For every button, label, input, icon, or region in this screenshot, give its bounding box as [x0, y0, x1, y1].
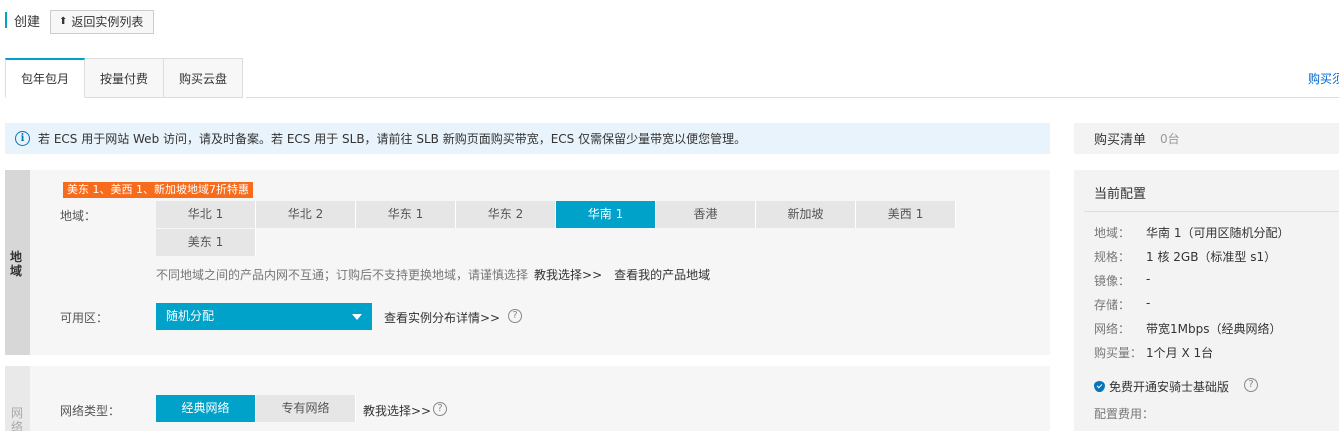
back-to-instance-list-button[interactable]: ⬆ 返回实例列表 — [50, 10, 155, 34]
region-option[interactable]: 香港 — [656, 201, 756, 228]
purchase-notice-link[interactable]: 购买须 — [1308, 70, 1339, 87]
purchase-cart: 购买清单 0台 — [1074, 123, 1339, 154]
config-fee-label: 配置费用： — [1094, 407, 1155, 421]
network-options: 经典网络 专有网络 — [156, 395, 356, 422]
region-hint: 不同地域之间的产品内网不互通；订购后不支持更换地域，请谨慎选择 教我选择>> 查看我… — [156, 266, 710, 283]
network-help-link[interactable]: 教我选择>> — [363, 402, 431, 419]
config-title: 当前配置 — [1094, 187, 1147, 202]
instance-distribution-link[interactable]: 查看实例分布详情>> — [384, 309, 500, 326]
region-option[interactable]: 华北 1 — [156, 201, 256, 228]
cart-count: 0台 — [1160, 132, 1180, 146]
help-me-choose-link[interactable]: 教我选择>> — [534, 268, 602, 282]
zone-select[interactable]: 随机分配 — [156, 303, 372, 330]
info-icon: i — [15, 131, 30, 146]
region-option[interactable]: 华东 2 — [456, 201, 556, 228]
free-service-label: 免费开通安骑士基础版 — [1109, 380, 1230, 394]
network-section: 网络 网络类型： 经典网络 专有网络 教我选择>> ? — [5, 366, 1050, 431]
region-label: 地域： — [60, 209, 97, 223]
region-option[interactable]: 美东 1 — [156, 229, 256, 256]
config-item: 地域： 华南 1（可用区随机分配） — [1094, 226, 1290, 240]
help-question-icon[interactable]: ? — [508, 309, 522, 323]
current-config-panel: 当前配置 地域： 华南 1（可用区随机分配） 规格： 1 核 2GB（标准型 s1）… — [1074, 170, 1339, 431]
free-security-service[interactable]: 免费开通安骑士基础版 — [1094, 378, 1229, 395]
config-item: 存储： - — [1094, 296, 1151, 312]
config-item: 规格： 1 核 2GB（标准型 s1） — [1094, 250, 1277, 264]
info-notice: i 若 ECS 用于网站 Web 访问，请及时备案。若 ECS 用于 SLB，请… — [5, 123, 1050, 154]
zone-select-value: 随机分配 — [166, 309, 215, 323]
billing-tabs: 包年包月 按量付费 购买云盘 — [5, 58, 244, 98]
page-title: 创建 — [14, 15, 41, 30]
region-section: 地域 美东 1、美西 1、新加坡地域7折特惠 地域： 华北 1 华北 2 华东 … — [5, 170, 1050, 355]
my-product-regions-link[interactable]: 查看我的产品地域 — [614, 268, 710, 282]
back-button-label: 返回实例列表 — [71, 15, 144, 29]
config-divider — [1084, 211, 1339, 212]
help-question-icon[interactable]: ? — [1244, 378, 1258, 392]
region-option[interactable]: 美西 1 — [856, 201, 956, 228]
notice-text: 若 ECS 用于网站 Web 访问，请及时备案。若 ECS 用于 SLB，请前往… — [38, 132, 747, 146]
network-option-classic[interactable]: 经典网络 — [156, 395, 256, 422]
shield-icon — [1094, 381, 1105, 392]
network-section-label: 网络 — [11, 406, 24, 431]
header-accent-bar — [5, 12, 7, 28]
help-question-icon[interactable]: ? — [433, 402, 447, 416]
cart-title: 购买清单 — [1094, 133, 1147, 148]
tab-buy-disk[interactable]: 购买云盘 — [164, 58, 244, 98]
region-option[interactable]: 新加坡 — [756, 201, 856, 228]
region-option[interactable]: 华东 1 — [356, 201, 456, 228]
region-hint-text: 不同地域之间的产品内网不互通；订购后不支持更换地域，请谨慎选择 — [156, 268, 529, 282]
config-item: 购买量： 1个月 X 1台 — [1094, 346, 1214, 360]
region-options-row1: 华北 1 华北 2 华东 1 华东 2 华南 1 香港 新加坡 美西 1 — [156, 201, 956, 228]
region-option[interactable]: 华北 2 — [256, 201, 356, 228]
region-section-sidebar: 地域 — [5, 170, 30, 355]
ecs-purchase-page: 创建 ⬆ 返回实例列表 包年包月 按量付费 购买云盘 购买须 i 若 ECS 用… — [0, 0, 1339, 431]
promo-badge: 美东 1、美西 1、新加坡地域7折特惠 — [63, 182, 253, 198]
tab-pay-as-you-go[interactable]: 按量付费 — [85, 58, 165, 98]
region-option-selected[interactable]: 华南 1 — [556, 201, 656, 228]
zone-label: 可用区： — [60, 311, 109, 325]
network-type-label: 网络类型： — [60, 404, 121, 418]
config-item: 镜像： - — [1094, 272, 1151, 288]
network-option-vpc[interactable]: 专有网络 — [256, 395, 356, 422]
network-section-sidebar: 网络 — [5, 366, 30, 431]
caret-down-icon — [352, 314, 362, 320]
tab-divider — [246, 97, 1339, 98]
region-section-label: 地域 — [10, 250, 23, 278]
region-options-row2: 美东 1 — [156, 229, 256, 256]
arrow-up-icon: ⬆ — [59, 16, 68, 27]
tab-subscription[interactable]: 包年包月 — [5, 58, 86, 98]
config-item: 网络： 带宽1Mbps（经典网络） — [1094, 322, 1282, 336]
